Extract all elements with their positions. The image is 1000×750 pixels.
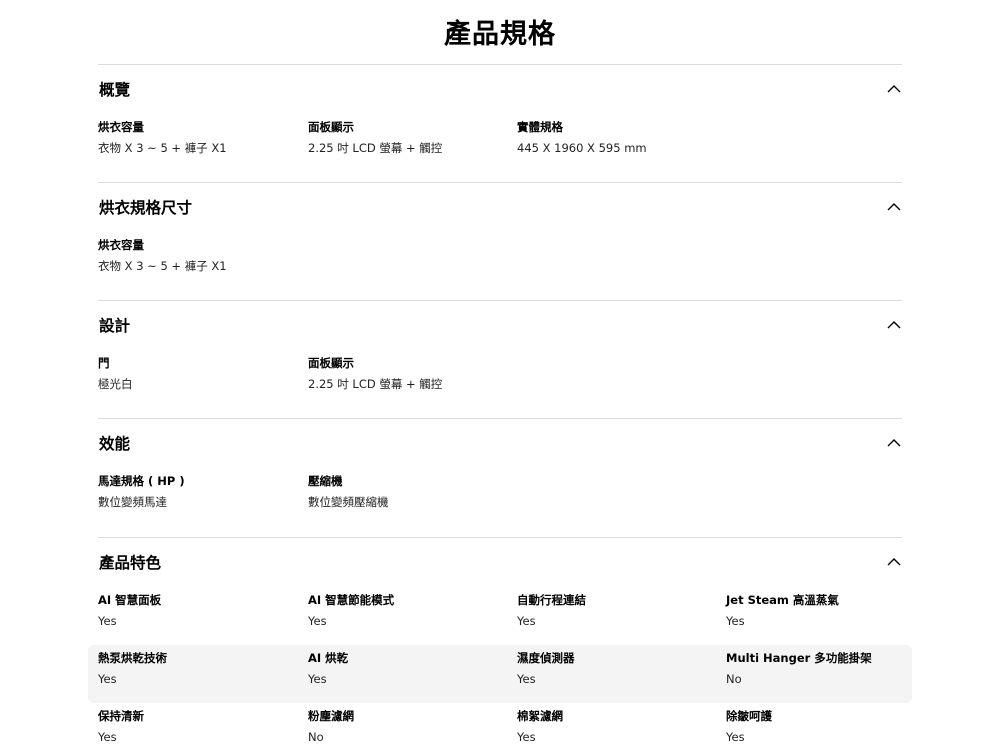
spec-label: 壓縮機 xyxy=(308,474,343,488)
spec-label: 棉絮濾網 xyxy=(517,709,563,723)
spec-item: 粉塵濾網 No xyxy=(308,707,354,746)
spec-value: 衣物 X 3 ~ 5 + 褲子 X1 xyxy=(98,141,227,155)
chevron-up-icon[interactable] xyxy=(886,556,902,568)
spec-label: Jet Steam 高溫蒸氣 xyxy=(726,593,839,607)
spec-value: No xyxy=(308,730,324,744)
spec-value: Yes xyxy=(98,730,117,744)
spec-value: Yes xyxy=(517,614,536,628)
spec-row: 馬達規格 ( HP ) 數位變頻馬達 壓縮機數位變頻壓縮機 xyxy=(98,468,902,526)
spec-item: AI 烘乾 Yes xyxy=(308,649,348,688)
chevron-up-icon[interactable] xyxy=(886,319,902,331)
spec-label: 門 xyxy=(98,356,110,370)
spec-item: 烘衣容量衣物 X 3 ~ 5 + 褲子 X1 xyxy=(98,236,227,275)
spec-label: 實體規格 xyxy=(517,120,563,134)
spec-label: 馬達規格 ( HP ) xyxy=(98,474,185,488)
spec-grid: 烘衣容量衣物 X 3 ~ 5 + 褲子 X1 面板顯示 2.25 吋 LCD 螢幕 … xyxy=(98,114,902,172)
spec-label: 烘衣容量 xyxy=(98,120,144,134)
section-header-toggle[interactable]: 設計 xyxy=(98,300,902,350)
section-header-toggle[interactable]: 烘衣規格尺寸 xyxy=(98,182,902,232)
page-title: 產品規格 xyxy=(444,19,556,50)
section-header-toggle[interactable]: 產品特色 xyxy=(98,537,902,587)
spec-item: 除皺呵護 Yes xyxy=(726,707,772,746)
spec-value: 數位變頻壓縮機 xyxy=(308,495,389,509)
spec-section: 產品特色 AI 智慧面板 Yes AI 智慧節能模式 Yes 自動行程連結 Yes Jet S… xyxy=(88,537,912,750)
spec-label: 自動行程連結 xyxy=(517,593,586,607)
spec-label: 濕度偵測器 xyxy=(517,651,575,665)
spec-value: Yes xyxy=(726,730,745,744)
spec-value: 衣物 X 3 ~ 5 + 褲子 X1 xyxy=(98,259,227,273)
spec-row: 門極光白 面板顯示 2.25 吋 LCD 螢幕 + 觸控 xyxy=(98,350,902,408)
spec-section: 概覽烘衣容量衣物 X 3 ~ 5 + 褲子 X1 面板顯示 2.25 吋 LCD 螢… xyxy=(98,64,902,172)
spec-item: 濕度偵測器 Yes xyxy=(517,649,575,688)
chevron-up-icon[interactable] xyxy=(886,83,902,95)
spec-value: Yes xyxy=(308,614,327,628)
spec-item: 保持清新 Yes xyxy=(98,707,144,746)
section-title: 概覽 xyxy=(99,81,131,99)
spec-value: 445 X 1960 X 595 mm xyxy=(517,141,647,155)
spec-item: 實體規格 445 X 1960 X 595 mm xyxy=(517,118,647,157)
spec-label: 熱泵烘乾技術 xyxy=(98,651,167,665)
spec-label: 面板顯示 xyxy=(308,356,354,370)
spec-label: 粉塵濾網 xyxy=(308,709,354,723)
spec-label: 烘衣容量 xyxy=(98,238,144,252)
spec-label: AI 智慧節能模式 xyxy=(308,593,395,607)
spec-value: 極光白 xyxy=(98,377,133,391)
spec-grid: AI 智慧面板 Yes AI 智慧節能模式 Yes 自動行程連結 Yes Jet Steam… xyxy=(88,587,912,750)
spec-row: 熱泵烘乾技術 Yes AI 烘乾 Yes 濕度偵測器 Yes Multi Hanger 多功… xyxy=(88,645,912,703)
spec-label: AI 智慧面板 xyxy=(98,593,162,607)
spec-row: 烘衣容量衣物 X 3 ~ 5 + 褲子 X1 xyxy=(98,232,902,290)
spec-grid: 馬達規格 ( HP ) 數位變頻馬達 壓縮機數位變頻壓縮機 xyxy=(98,468,902,526)
spec-item: Jet Steam 高溫蒸氣 Yes xyxy=(726,591,839,630)
spec-label: 除皺呵護 xyxy=(726,709,772,723)
spec-value: 數位變頻馬達 xyxy=(98,495,167,509)
spec-item: 馬達規格 ( HP ) 數位變頻馬達 xyxy=(98,472,185,511)
spec-item: 面板顯示 2.25 吋 LCD 螢幕 + 觸控 xyxy=(308,354,442,393)
spec-value: Yes xyxy=(308,672,327,686)
spec-value: Yes xyxy=(517,672,536,686)
spec-item: Multi Hanger 多功能掛架 No xyxy=(726,649,872,688)
spec-value: Yes xyxy=(98,672,117,686)
spec-value: 2.25 吋 LCD 螢幕 + 觸控 xyxy=(308,377,443,391)
section-title: 烘衣規格尺寸 xyxy=(99,199,193,217)
spec-value: No xyxy=(726,672,742,686)
section-title: 設計 xyxy=(99,317,131,335)
spec-item: 棉絮濾網 Yes xyxy=(517,707,563,746)
spec-row: 烘衣容量衣物 X 3 ~ 5 + 褲子 X1 面板顯示 2.25 吋 LCD 螢幕 … xyxy=(98,114,902,172)
spec-grid: 門極光白 面板顯示 2.25 吋 LCD 螢幕 + 觸控 xyxy=(98,350,902,408)
spec-label: 保持清新 xyxy=(98,709,144,723)
spec-item: AI 智慧面板 Yes xyxy=(98,591,161,630)
spec-row: AI 智慧面板 Yes AI 智慧節能模式 Yes 自動行程連結 Yes Jet Steam… xyxy=(98,587,902,645)
spec-item: 壓縮機數位變頻壓縮機 xyxy=(308,472,389,511)
spec-section: 效能馬達規格 ( HP ) 數位變頻馬達 壓縮機數位變頻壓縮機 xyxy=(98,418,902,526)
section-header-toggle[interactable]: 效能 xyxy=(98,418,902,468)
spec-item: 熱泵烘乾技術 Yes xyxy=(98,649,167,688)
spec-item: 門極光白 xyxy=(98,354,133,393)
spec-item: 面板顯示 2.25 吋 LCD 螢幕 + 觸控 xyxy=(308,118,442,157)
spec-value: Yes xyxy=(517,730,536,744)
spec-section: 設計門極光白 面板顯示 2.25 吋 LCD 螢幕 + 觸控 xyxy=(98,300,902,408)
spec-section: 烘衣規格尺寸烘衣容量衣物 X 3 ~ 5 + 褲子 X1 xyxy=(98,182,902,290)
chevron-up-icon[interactable] xyxy=(886,437,902,449)
spec-label: Multi Hanger 多功能掛架 xyxy=(726,651,872,665)
spec-value: Yes xyxy=(98,614,117,628)
spec-item: 自動行程連結 Yes xyxy=(517,591,586,630)
spec-item: AI 智慧節能模式 Yes xyxy=(308,591,394,630)
section-title: 產品特色 xyxy=(99,554,162,572)
spec-row: 保持清新 Yes 粉塵濾網 No 棉絮濾網 Yes 除皺呵護 Yes xyxy=(98,703,902,750)
section-header-toggle[interactable]: 概覽 xyxy=(98,64,902,114)
section-title: 效能 xyxy=(99,435,131,453)
chevron-up-icon[interactable] xyxy=(886,201,902,213)
spec-grid: 烘衣容量衣物 X 3 ~ 5 + 褲子 X1 xyxy=(98,232,902,290)
spec-value: Yes xyxy=(726,614,745,628)
spec-label: AI 烘乾 xyxy=(308,651,349,665)
spec-value: 2.25 吋 LCD 螢幕 + 觸控 xyxy=(308,141,443,155)
spec-label: 面板顯示 xyxy=(308,120,354,134)
spec-item: 烘衣容量衣物 X 3 ~ 5 + 褲子 X1 xyxy=(98,118,227,157)
